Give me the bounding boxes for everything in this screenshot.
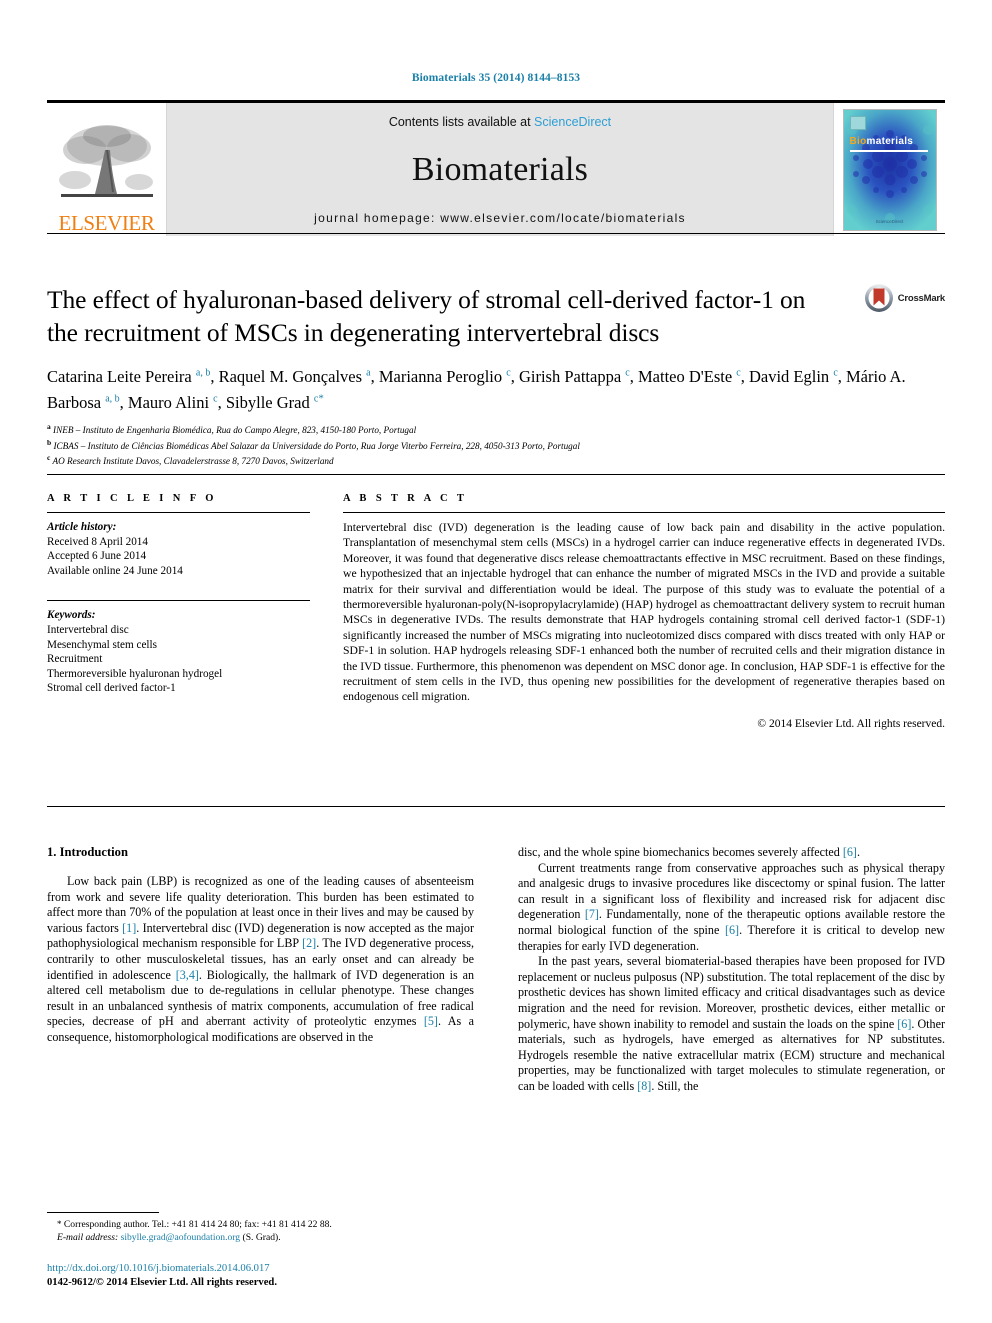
asterisk-icon: * <box>57 1219 62 1229</box>
email-link[interactable]: sibylle.grad@aofoundation.org <box>121 1232 241 1243</box>
contents-available-line: Contents lists available at ScienceDirec… <box>389 115 611 129</box>
keywords-rule <box>47 600 310 602</box>
journal-title: Biomaterials <box>411 151 589 188</box>
citation-link[interactable]: [7] <box>585 907 599 921</box>
issn-copyright-line: 0142-9612/© 2014 Elsevier Ltd. All right… <box>47 1277 277 1288</box>
abstract-column: A B S T R A C T Intervertebral disc (IVD… <box>310 475 945 730</box>
elsevier-tree-icon <box>58 125 153 197</box>
email-label: E-mail address: <box>57 1232 119 1243</box>
cover-title: Biomaterials <box>850 136 914 147</box>
citation-link[interactable]: [3,4] <box>176 968 199 982</box>
citation-link[interactable]: [6] <box>725 923 739 937</box>
cover-badge-icon <box>849 115 866 130</box>
citation-link[interactable]: [5] <box>424 1014 438 1028</box>
affiliation-item: b ICBAS – Instituto de Ciências Biomédic… <box>47 437 580 451</box>
abstract-text: Intervertebral disc (IVD) degeneration i… <box>343 521 945 704</box>
affiliation-list: a INEB – Instituto de Engenharia Biomédi… <box>47 421 945 468</box>
author-item: Mauro Alini c, <box>127 393 226 412</box>
abstract-copyright: © 2014 Elsevier Ltd. All rights reserved… <box>757 717 945 730</box>
footnote-rule <box>47 1212 159 1213</box>
paragraph-text: In the past years, several biomaterial-b… <box>518 954 945 1031</box>
citation-link[interactable]: [8] <box>637 1079 651 1093</box>
paragraph-text: . <box>856 845 860 859</box>
paragraph-text: . Still, the <box>651 1078 699 1093</box>
author-item: Marianna Peroglio c, <box>378 366 519 386</box>
info-abstract-region: A R T I C L E I N F O Article history: R… <box>47 474 945 730</box>
publisher-logo: ELSEVIER <box>47 103 167 236</box>
cover-title-rest: materials <box>866 135 914 147</box>
author-list: Catarina Leite Pereira a, b, Raquel M. G… <box>47 362 917 414</box>
affiliation-text: INEB – Instituto de Engenharia Biomédica… <box>53 425 417 436</box>
abstract-bottom-rule <box>47 806 945 807</box>
article-info-column: A R T I C L E I N F O Article history: R… <box>47 475 310 730</box>
running-head: Biomaterials 35 (2014) 8144–8153 <box>411 72 581 84</box>
history-item: Available online 24 June 2014 <box>47 564 183 577</box>
affiliation-text: ICBAS – Instituto de Ciências Biomédicas… <box>53 440 580 451</box>
corresponding-text: Corresponding author. Tel.: +41 81 414 2… <box>63 1219 332 1230</box>
author-item-corresponding: Sibylle Grad c* <box>225 392 324 413</box>
keyword-item: Thermoreversible hyaluronan hydrogel <box>47 667 223 680</box>
affiliation-item: c AO Research Institute Davos, Clavadele… <box>47 453 334 467</box>
sciencedirect-link[interactable]: ScienceDirect <box>534 115 611 129</box>
article-info-rule <box>47 512 310 513</box>
doi-link[interactable]: http://dx.doi.org/10.1016/j.biomaterials… <box>47 1262 547 1276</box>
paragraph: disc, and the whole spine biomechanics b… <box>518 845 945 861</box>
masthead-center: Contents lists available at ScienceDirec… <box>167 103 833 236</box>
cover-image: Biomaterials ScienceDirect <box>842 108 937 231</box>
masthead-bottom-rule <box>47 233 945 234</box>
keyword-item: Stromal cell derived factor-1 <box>47 682 176 695</box>
keyword-item: Mesenchymal stem cells <box>47 638 157 651</box>
abstract-heading: A B S T R A C T <box>343 493 468 504</box>
article-page: Biomaterials 35 (2014) 8144–8153 ELSEVIE… <box>0 0 992 1323</box>
body-right-column: disc, and the whole spine biomechanics b… <box>518 845 945 1095</box>
crossmark-badge[interactable]: CrossMark <box>864 283 945 313</box>
author-item: Girish Pattappa c, <box>518 366 638 386</box>
article-history-group: Article history: Received 8 April 2014 A… <box>47 520 310 578</box>
title-block: The effect of hyaluronan-based delivery … <box>47 283 945 468</box>
affiliation-item: a INEB – Instituto de Engenharia Biomédi… <box>47 422 417 436</box>
paragraph: Current treatments range from conservati… <box>518 861 945 955</box>
article-history-label: Article history: <box>47 521 117 533</box>
keyword-item: Recruitment <box>47 653 103 666</box>
paragraph-text: disc, and the whole spine biomechanics b… <box>518 845 843 859</box>
affiliation-text: AO Research Institute Davos, Clavadelers… <box>52 456 334 467</box>
crossmark-icon <box>864 284 893 312</box>
paragraph: In the past years, several biomaterial-b… <box>518 954 945 1094</box>
section-title-introduction: 1. Introduction <box>47 845 128 859</box>
citation-link[interactable]: [6] <box>897 1017 911 1031</box>
body-left-column: 1. Introduction Low back pain (LBP) is r… <box>47 845 474 1095</box>
abstract-rule <box>343 512 945 513</box>
keywords-label: Keywords: <box>47 609 96 622</box>
contents-prefix: Contents lists available at <box>388 115 535 129</box>
citation-link[interactable]: [2] <box>302 936 316 950</box>
paragraph: Low back pain (LBP) is recognized as one… <box>47 874 474 1046</box>
author-item: Catarina Leite Pereira a, b, <box>47 366 219 386</box>
footnote-email-line: E-mail address: sibylle.grad@aofoundatio… <box>47 1231 474 1244</box>
email-suffix: (S. Grad). <box>240 1232 281 1243</box>
article-info-heading: A R T I C L E I N F O <box>47 493 217 504</box>
journal-masthead: ELSEVIER Contents lists available at Sci… <box>47 100 945 236</box>
corresponding-author-footnote: * Corresponding author. Tel.: +41 81 414… <box>47 1212 474 1244</box>
author-item: Raquel M. Gonçalves a, <box>218 366 379 386</box>
cover-rule <box>849 149 928 152</box>
author-item: David Eglin c, <box>748 366 847 386</box>
elsevier-wordmark: ELSEVIER <box>58 211 155 235</box>
author-item: Matteo D'Este c, <box>637 366 749 386</box>
keyword-item: Intervertebral disc <box>47 623 129 636</box>
body-columns: 1. Introduction Low back pain (LBP) is r… <box>47 845 945 1095</box>
citation-link[interactable]: [1] <box>122 921 136 935</box>
keywords-group: Keywords: Intervertebral disc Mesenchyma… <box>47 608 310 696</box>
journal-homepage-link[interactable]: journal homepage: www.elsevier.com/locat… <box>314 211 686 225</box>
history-item: Accepted 6 June 2014 <box>47 550 147 563</box>
citation-link[interactable]: [6] <box>843 845 857 859</box>
journal-cover-thumbnail: Biomaterials ScienceDirect <box>833 103 945 236</box>
crossmark-label: CrossMark <box>897 292 946 304</box>
footnote-corresponding-line: * Corresponding author. Tel.: +41 81 414… <box>47 1218 474 1231</box>
cover-footer-text: ScienceDirect <box>875 218 904 224</box>
cover-title-first: Bio <box>849 135 867 147</box>
article-title: The effect of hyaluronan-based delivery … <box>47 285 806 347</box>
page-footer: http://dx.doi.org/10.1016/j.biomaterials… <box>47 1262 547 1290</box>
history-item: Received 8 April 2014 <box>47 535 148 548</box>
